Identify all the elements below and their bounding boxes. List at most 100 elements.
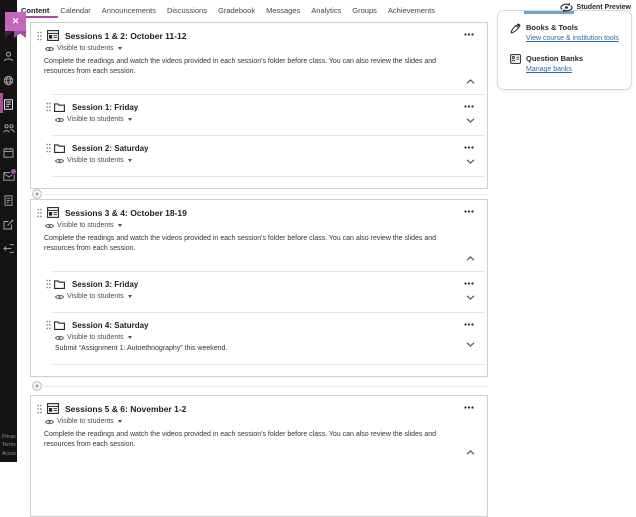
visibility-dropdown[interactable]: Visible to students bbox=[55, 116, 132, 123]
manage-banks-link[interactable]: Manage banks bbox=[526, 66, 583, 73]
grades-icon[interactable] bbox=[3, 194, 15, 206]
content-item-row: Session 4: Saturday Visible to students … bbox=[31, 312, 487, 364]
module-footer bbox=[31, 364, 487, 376]
drag-handle-icon[interactable] bbox=[46, 320, 51, 330]
item-menu-button[interactable] bbox=[462, 280, 476, 287]
drag-handle-icon[interactable] bbox=[37, 404, 42, 414]
folder-title[interactable]: Session 4: Saturday bbox=[72, 321, 148, 330]
paintbrush-icon bbox=[510, 23, 521, 42]
folder-title[interactable]: Session 3: Friday bbox=[72, 280, 138, 289]
expand-folder-button[interactable] bbox=[464, 116, 477, 125]
module-title[interactable]: Sessions 1 & 2: October 11-12 bbox=[65, 31, 186, 41]
expand-folder-button[interactable] bbox=[464, 157, 477, 166]
messages-icon[interactable] bbox=[3, 170, 15, 182]
caret-down-icon bbox=[128, 295, 132, 298]
content-item-row: Session 1: Friday Visible to students bbox=[31, 94, 487, 135]
add-content-button[interactable] bbox=[32, 189, 42, 199]
tab-messages[interactable]: Messages bbox=[266, 6, 300, 15]
course-content-list: Sessions 1 & 2: October 11-12 Visible to… bbox=[30, 22, 488, 517]
learning-module-icon bbox=[47, 207, 59, 218]
caret-down-icon bbox=[128, 159, 132, 162]
caret-down-icon bbox=[128, 336, 132, 339]
folder-title[interactable]: Session 2: Saturday bbox=[72, 144, 148, 153]
visibility-dropdown[interactable]: Visible to students bbox=[55, 334, 132, 341]
module-description: Complete the readings and watch the vide… bbox=[44, 57, 457, 76]
collapse-module-button[interactable] bbox=[464, 448, 477, 457]
module-header: Sessions 3 & 4: October 18-19 Visible to… bbox=[31, 200, 487, 271]
collapse-module-button[interactable] bbox=[464, 254, 477, 263]
tools-compose-icon[interactable] bbox=[3, 218, 15, 230]
module-title[interactable]: Sessions 5 & 6: November 1-2 bbox=[65, 404, 186, 414]
expand-folder-button[interactable] bbox=[464, 340, 477, 349]
folder-note: Submit “Assignment 1: Autoethnography” t… bbox=[55, 345, 457, 352]
item-menu-button[interactable] bbox=[462, 103, 476, 110]
eye-icon bbox=[55, 294, 64, 300]
module-footer bbox=[31, 176, 487, 188]
collapse-module-button[interactable] bbox=[464, 77, 477, 86]
module-header: Sessions 1 & 2: October 11-12 Visible to… bbox=[31, 23, 487, 94]
visibility-dropdown[interactable]: Visible to students bbox=[45, 418, 122, 425]
details-actions-panel: Books & Tools View course & institution … bbox=[497, 10, 632, 90]
module-title[interactable]: Sessions 3 & 4: October 18-19 bbox=[65, 208, 187, 218]
folder-icon bbox=[54, 103, 65, 112]
view-course-tools-link[interactable]: View course & institution tools bbox=[526, 35, 619, 42]
visibility-dropdown[interactable]: Visible to students bbox=[45, 45, 122, 52]
tab-groups[interactable]: Groups bbox=[352, 6, 377, 15]
tab-achievements[interactable]: Achievements bbox=[388, 6, 435, 15]
student-preview-button[interactable]: Student Preview bbox=[560, 2, 631, 13]
drag-handle-icon[interactable] bbox=[37, 208, 42, 218]
visibility-label: Visible to students bbox=[67, 293, 124, 300]
books-tools-section: Books & Tools View course & institution … bbox=[498, 23, 631, 42]
tab-gradebook[interactable]: Gradebook bbox=[218, 6, 255, 15]
add-content-button[interactable] bbox=[32, 381, 42, 391]
id-card-icon bbox=[510, 54, 521, 73]
module-menu-button[interactable] bbox=[462, 404, 476, 411]
visibility-dropdown[interactable]: Visible to students bbox=[55, 157, 132, 164]
groups-icon[interactable] bbox=[3, 122, 15, 134]
drag-handle-icon[interactable] bbox=[46, 143, 51, 153]
folder-icon bbox=[54, 321, 65, 330]
eye-icon bbox=[55, 335, 64, 341]
drag-handle-icon[interactable] bbox=[37, 31, 42, 41]
learning-module-icon bbox=[47, 403, 59, 414]
content-item-row: Session 2: Saturday Visible to students bbox=[31, 135, 487, 176]
item-menu-button[interactable] bbox=[462, 144, 476, 151]
tab-analytics[interactable]: Analytics bbox=[311, 6, 341, 15]
caret-down-icon bbox=[118, 47, 122, 50]
books-tools-title: Books & Tools bbox=[526, 23, 619, 32]
drag-handle-icon[interactable] bbox=[46, 102, 51, 112]
profile-icon[interactable] bbox=[3, 50, 15, 62]
visibility-label: Visible to students bbox=[57, 222, 114, 229]
tab-discussions[interactable]: Discussions bbox=[167, 6, 207, 15]
tab-announcements[interactable]: Announcements bbox=[102, 6, 156, 15]
visibility-label: Visible to students bbox=[67, 116, 124, 123]
calendar-icon[interactable] bbox=[3, 146, 15, 158]
accessibility-link[interactable]: Accessibility bbox=[2, 450, 16, 459]
item-menu-button[interactable] bbox=[462, 321, 476, 328]
module-description: Complete the readings and watch the vide… bbox=[44, 430, 457, 449]
module-menu-button[interactable] bbox=[462, 208, 476, 215]
caret-down-icon bbox=[118, 420, 122, 423]
eye-icon bbox=[45, 223, 54, 229]
close-panel-button[interactable]: ✕ bbox=[5, 12, 26, 39]
visibility-label: Visible to students bbox=[57, 418, 114, 425]
learning-module-card: Sessions 3 & 4: October 18-19 Visible to… bbox=[30, 199, 488, 377]
visibility-dropdown[interactable]: Visible to students bbox=[55, 293, 132, 300]
expand-folder-button[interactable] bbox=[464, 293, 477, 302]
eye-icon bbox=[45, 46, 54, 52]
caret-down-icon bbox=[118, 224, 122, 227]
learning-module-icon bbox=[47, 30, 59, 41]
content-item-row: Session 3: Friday Visible to students bbox=[31, 271, 487, 312]
ribbon-tail bbox=[14, 31, 26, 38]
drag-handle-icon[interactable] bbox=[46, 279, 51, 289]
student-preview-label: Student Preview bbox=[577, 4, 631, 11]
sign-out-icon[interactable] bbox=[3, 242, 15, 254]
visibility-dropdown[interactable]: Visible to students bbox=[45, 222, 122, 229]
privacy-link[interactable]: Privacy bbox=[2, 433, 16, 442]
folder-title[interactable]: Session 1: Friday bbox=[72, 103, 138, 112]
institution-globe-icon[interactable] bbox=[3, 74, 15, 86]
terms-link[interactable]: Terms bbox=[2, 441, 16, 450]
module-menu-button[interactable] bbox=[462, 31, 476, 38]
tab-calendar[interactable]: Calendar bbox=[60, 6, 90, 15]
courses-icon[interactable] bbox=[3, 98, 15, 110]
